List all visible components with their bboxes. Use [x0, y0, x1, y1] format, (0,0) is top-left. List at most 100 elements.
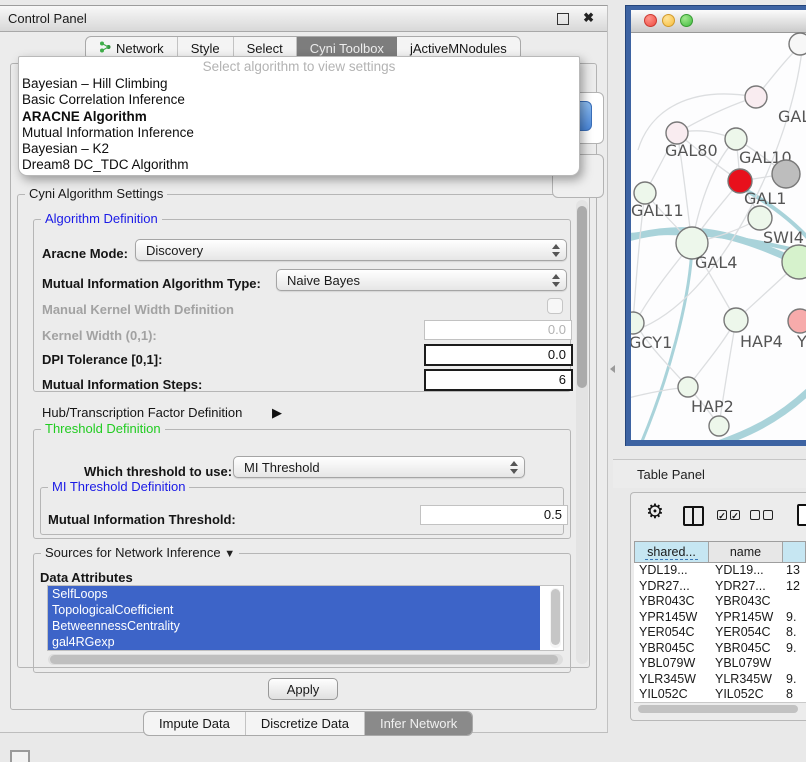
network-canvas[interactable]: GALGAL80GAL10GAL1GAL11SWI4GAL4GCY1HAP4YH…: [631, 32, 806, 440]
mi-threshold-field[interactable]: 0.5: [420, 505, 568, 525]
column-header-clipped[interactable]: [783, 542, 805, 562]
attribute-item-betweennesscentrality[interactable]: BetweennessCentrality: [48, 618, 540, 634]
network-node-unlabeled[interactable]: [772, 160, 800, 188]
mac-close-icon[interactable]: [644, 14, 657, 27]
panel-splitter-handle[interactable]: [610, 365, 615, 373]
table-header-row: shared... name: [634, 541, 806, 563]
table-body: YDL19...YDL19...13YDR27...YDR27...12YBR0…: [634, 563, 806, 702]
deselect-all-checkbox-icon[interactable]: [750, 510, 773, 520]
algorithm-dropdown-list[interactable]: Select algorithm to view settings Bayesi…: [18, 56, 580, 176]
column-header-name[interactable]: name: [709, 542, 783, 562]
mi-type-combobox[interactable]: Naive Bayes: [276, 269, 567, 291]
settings-vertical-scrollbar[interactable]: [576, 200, 588, 664]
kernel-width-label: Kernel Width (0,1):: [42, 328, 157, 343]
table-cell: 13: [782, 563, 806, 579]
table-row[interactable]: YER054CYER054C8.: [634, 625, 806, 641]
list-horizontal-scrollbar[interactable]: [48, 654, 563, 665]
mac-minimize-icon[interactable]: [662, 14, 675, 27]
table-cell: 8: [782, 687, 806, 702]
column-header-shared-name[interactable]: shared...: [635, 542, 709, 562]
table-cell: 12: [782, 579, 806, 595]
table-cell: YER054C: [634, 625, 708, 641]
list-vertical-scrollbar[interactable]: [550, 588, 561, 648]
table-row[interactable]: YDL19...YDL19...13: [634, 563, 806, 579]
table-row[interactable]: YBR043CYBR043C: [634, 594, 806, 610]
table-panel-titlebar[interactable]: Table Panel: [613, 459, 806, 488]
attribute-item-selfloops[interactable]: SelfLoops: [48, 586, 540, 602]
new-table-icon[interactable]: [797, 504, 806, 526]
tab-impute-data[interactable]: Impute Data: [144, 712, 246, 735]
algorithm-option-bayesian-hill-climbing[interactable]: Bayesian – Hill Climbing: [19, 76, 579, 92]
control-panel-titlebar[interactable]: Control Panel ✖: [0, 6, 607, 32]
settings-scrollbar-thumb[interactable]: [577, 206, 587, 388]
list-scrollbar-thumb[interactable]: [551, 589, 560, 645]
table-row[interactable]: YDR27...YDR27...12: [634, 579, 806, 595]
node-label-y: Y: [796, 332, 806, 351]
network-node-gcy1[interactable]: [631, 312, 644, 334]
network-view-canvas-area: GALGAL80GAL10GAL1GAL11SWI4GAL4GCY1HAP4YH…: [631, 10, 806, 440]
kernel-width-field[interactable]: 0.0: [424, 320, 572, 340]
table-cell: YLR345W: [708, 672, 782, 688]
table-row[interactable]: YBR045CYBR045C9.: [634, 641, 806, 657]
attribute-item-gal4rgexp[interactable]: gal4RGexp: [48, 634, 540, 650]
network-node-gal[interactable]: [745, 86, 767, 108]
network-node-swi4[interactable]: [748, 206, 772, 230]
tab-infer-network[interactable]: Infer Network: [365, 712, 472, 735]
table-cell: YBL079W: [634, 656, 708, 672]
sources-legend: Sources for Network Inference ▼: [41, 545, 239, 560]
aracne-mode-combobox[interactable]: Discovery: [135, 239, 567, 261]
manual-kernel-checkbox[interactable]: [547, 298, 563, 314]
algorithm-option-mutual-information-inference[interactable]: Mutual Information Inference: [19, 125, 579, 141]
dock-panel-icon[interactable]: [10, 750, 30, 762]
close-icon[interactable]: ✖: [583, 10, 594, 26]
network-node-unlabeled[interactable]: [789, 33, 806, 55]
collapse-triangle-icon[interactable]: ▼: [224, 548, 235, 560]
algorithm-option-bayesian-k2[interactable]: Bayesian – K2: [19, 141, 579, 157]
tab-discretize-data[interactable]: Discretize Data: [246, 712, 365, 735]
mi-steps-field[interactable]: 6: [424, 369, 573, 391]
network-node-hap2[interactable]: [678, 377, 698, 397]
table-horizontal-scrollbar[interactable]: [634, 702, 806, 716]
algorithm-option-dream8-dc-tdc-algorithm[interactable]: Dream8 DC_TDC Algorithm: [19, 157, 579, 173]
data-attributes-label: Data Attributes: [40, 570, 133, 585]
network-node-hap4[interactable]: [724, 308, 748, 332]
settings-gear-icon[interactable]: ⚙: [646, 502, 664, 522]
which-threshold-combobox[interactable]: MI Threshold: [233, 456, 525, 478]
algorithm-option-basic-correlation-inference[interactable]: Basic Correlation Inference: [19, 92, 579, 108]
cp-bottom-tab-bar: Impute DataDiscretize DataInfer Network: [143, 711, 473, 736]
network-node-unlabeled[interactable]: [709, 416, 729, 436]
network-view-window: GALGAL80GAL10GAL1GAL11SWI4GAL4GCY1HAP4YH…: [625, 5, 806, 446]
node-label-hap2: HAP2: [691, 397, 734, 416]
network-node-gal10[interactable]: [725, 128, 747, 150]
attribute-item-topologicalcoefficient[interactable]: TopologicalCoefficient: [48, 602, 540, 618]
control-panel-window: Control Panel ✖ NetworkStyleSelectCyni T…: [0, 5, 608, 733]
table-cell: 9.: [782, 610, 806, 626]
unchecked-box-icon: [763, 510, 773, 520]
algorithm-option-aracne-algorithm[interactable]: ARACNE Algorithm: [19, 109, 579, 125]
table-row[interactable]: YLR345WYLR345W9.: [634, 672, 806, 688]
hub-definition-label[interactable]: Hub/Transcription Factor Definition: [42, 405, 242, 420]
table-cell: 9.: [782, 672, 806, 688]
dpi-tolerance-field[interactable]: 0.0: [424, 344, 573, 366]
expand-arrow-icon[interactable]: ▶: [272, 405, 282, 421]
table-hscrollbar-thumb[interactable]: [638, 705, 798, 713]
data-attributes-list[interactable]: SelfLoopsTopologicalCoefficientBetweenne…: [47, 585, 564, 651]
cyni-settings-legend: Cyni Algorithm Settings: [25, 186, 167, 201]
network-window-titlebar[interactable]: [631, 10, 806, 33]
table-cell: YBR045C: [634, 641, 708, 657]
split-columns-icon[interactable]: [683, 506, 704, 526]
float-window-icon[interactable]: [557, 13, 569, 25]
table-cell: YBR043C: [708, 594, 782, 610]
mac-zoom-icon[interactable]: [680, 14, 693, 27]
apply-button[interactable]: Apply: [268, 678, 338, 700]
list-hscrollbar-thumb[interactable]: [50, 655, 558, 664]
node-label-gal1: GAL1: [744, 189, 786, 208]
select-all-checkbox-icon[interactable]: ✓ ✓: [717, 510, 740, 520]
dropdown-prompt: Select algorithm to view settings: [19, 57, 579, 76]
table-row[interactable]: YBL079WYBL079W: [634, 656, 806, 672]
node-label-gal: GAL: [778, 107, 806, 126]
table-row[interactable]: YPR145WYPR145W9.: [634, 610, 806, 626]
network-node-y[interactable]: [788, 309, 806, 333]
table-row[interactable]: YIL052CYIL052C8: [634, 687, 806, 702]
table-cell: YDR27...: [634, 579, 708, 595]
